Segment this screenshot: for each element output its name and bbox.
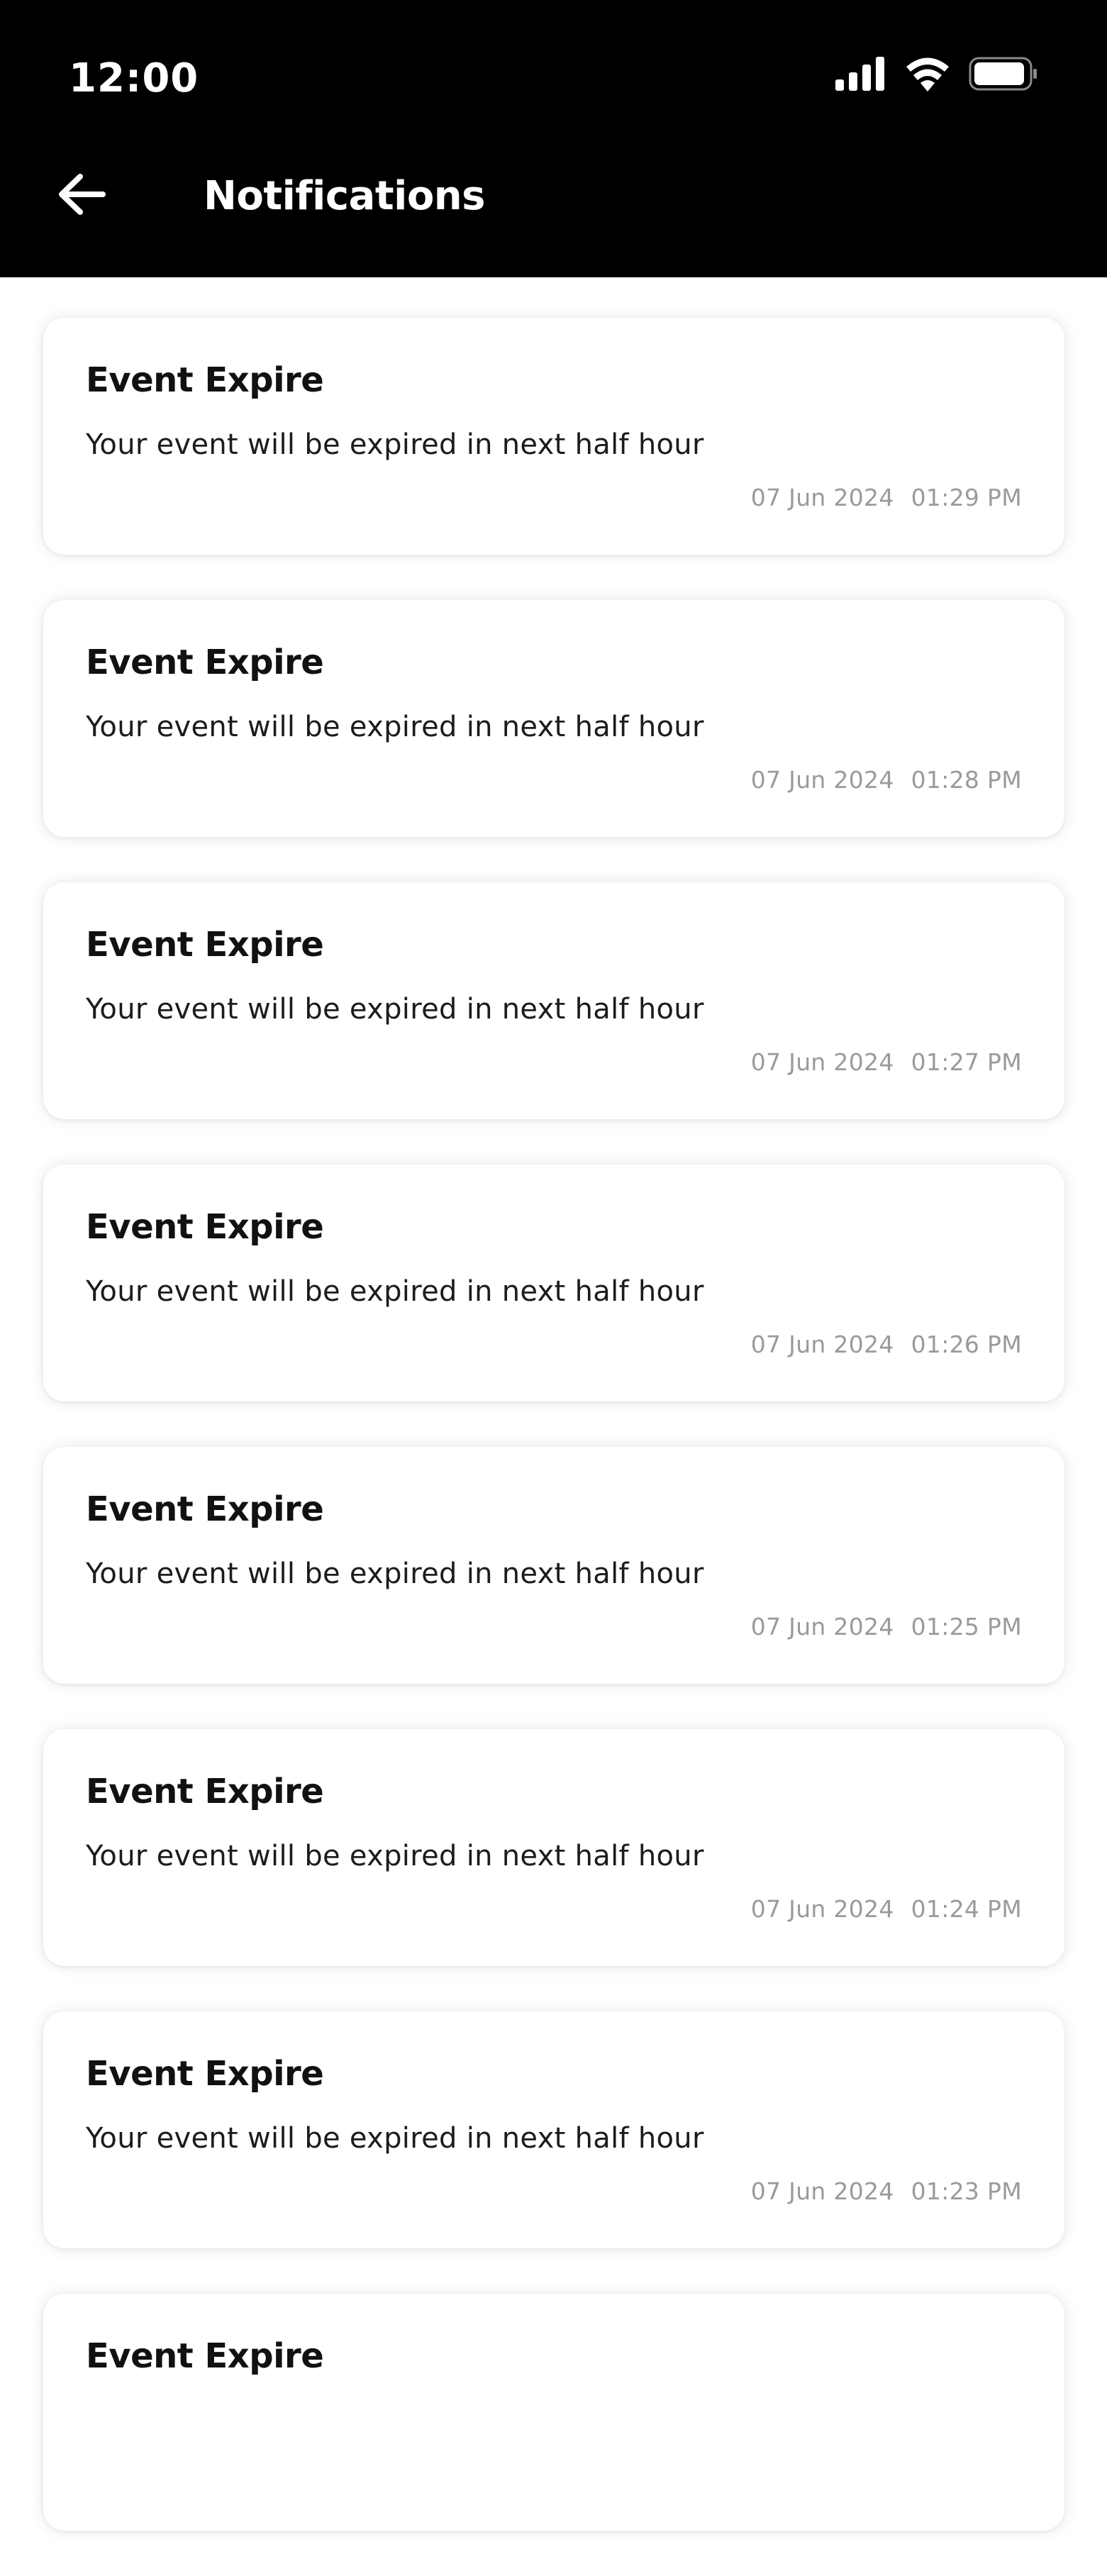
notification-timestamp: 07 Jun 2024 01:27 PM	[751, 1048, 1022, 1076]
back-button[interactable]	[51, 165, 113, 227]
notification-date: 07 Jun 2024	[750, 484, 894, 511]
notification-card[interactable]: Event Expire Your event will be expired …	[43, 1447, 1064, 1684]
notification-time: 01:25 PM	[911, 1613, 1022, 1640]
page-title: Notifications	[204, 173, 485, 219]
notification-title: Event Expire	[86, 643, 324, 682]
notification-message: Your event will be expired in next half …	[86, 1558, 704, 1590]
notification-time: 01:26 PM	[911, 1331, 1022, 1358]
notification-timestamp: 07 Jun 2024 01:25 PM	[751, 1613, 1022, 1640]
cellular-signal-icon	[835, 56, 886, 94]
notification-timestamp: 07 Jun 2024 01:28 PM	[751, 766, 1022, 794]
notification-list: Event Expire Your event will be expired …	[43, 318, 1064, 2576]
notification-date: 07 Jun 2024	[750, 1613, 894, 1640]
notification-title: Event Expire	[86, 1489, 324, 1529]
notification-message: Your event will be expired in next half …	[86, 711, 704, 743]
notification-time: 01:27 PM	[911, 1048, 1022, 1076]
notification-date: 07 Jun 2024	[750, 2177, 894, 2205]
notification-title: Event Expire	[86, 2054, 324, 2094]
notification-time: 01:24 PM	[911, 1895, 1022, 1923]
notification-message: Your event will be expired in next half …	[86, 1840, 704, 1872]
wifi-icon	[905, 56, 950, 95]
notification-title: Event Expire	[86, 360, 324, 400]
notification-title: Event Expire	[86, 925, 324, 965]
notification-message: Your event will be expired in next half …	[86, 2122, 704, 2155]
notification-title: Event Expire	[86, 1207, 324, 1247]
notification-time: 01:29 PM	[911, 484, 1022, 511]
notification-date: 07 Jun 2024	[750, 1331, 894, 1358]
notification-timestamp: 07 Jun 2024 01:29 PM	[751, 484, 1022, 511]
status-time: 12:00	[69, 55, 199, 101]
battery-icon	[969, 57, 1038, 94]
notification-date: 07 Jun 2024	[750, 766, 894, 794]
notification-card[interactable]: Event Expire Your event will be expired …	[43, 2011, 1064, 2248]
arrow-left-icon	[57, 172, 107, 220]
notification-timestamp: 07 Jun 2024 01:26 PM	[751, 1331, 1022, 1358]
notification-date: 07 Jun 2024	[750, 1895, 894, 1923]
notification-card[interactable]: Event Expire Your event will be expired …	[43, 600, 1064, 837]
notification-timestamp: 07 Jun 2024 01:23 PM	[751, 2177, 1022, 2205]
notification-time: 01:23 PM	[911, 2177, 1022, 2205]
notification-time: 01:28 PM	[911, 766, 1022, 794]
notification-date: 07 Jun 2024	[750, 1048, 894, 1076]
notification-card[interactable]: Event Expire Your event will be expired …	[43, 318, 1064, 555]
notification-title: Event Expire	[86, 2336, 324, 2376]
notification-card[interactable]: Event Expire Your event will be expired …	[43, 882, 1064, 1119]
notification-card[interactable]: Event Expire	[43, 2294, 1064, 2531]
notification-card[interactable]: Event Expire Your event will be expired …	[43, 1165, 1064, 1401]
notification-message: Your event will be expired in next half …	[86, 993, 704, 1026]
notification-timestamp: 07 Jun 2024 01:24 PM	[751, 1895, 1022, 1923]
status-icons	[835, 56, 1038, 95]
notification-message: Your event will be expired in next half …	[86, 1275, 704, 1308]
app-header: 12:00 Notifications	[0, 0, 1107, 277]
notification-card[interactable]: Event Expire Your event will be expired …	[43, 1729, 1064, 1966]
notification-message: Your event will be expired in next half …	[86, 428, 704, 461]
notification-title: Event Expire	[86, 1772, 324, 1811]
